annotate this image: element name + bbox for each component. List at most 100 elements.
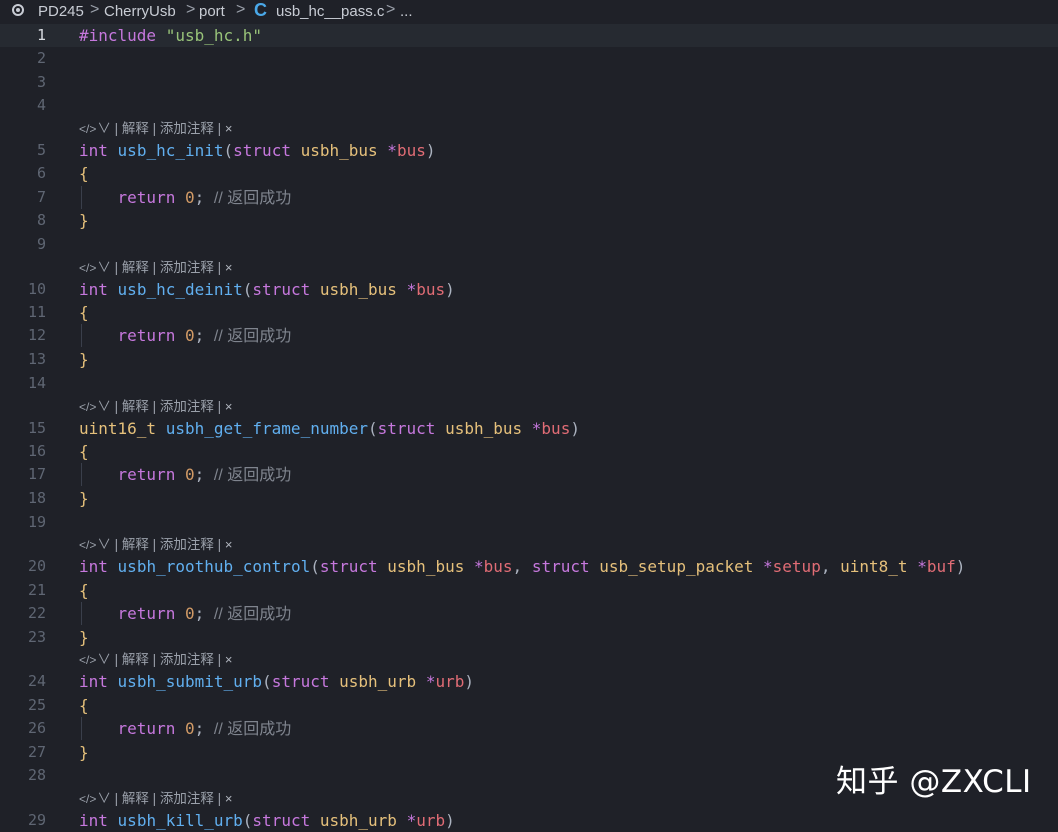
line-number: 28 xyxy=(27,766,46,784)
code-line[interactable]: 23 } xyxy=(0,626,1058,649)
chevron-down-icon[interactable]: ∨ xyxy=(97,121,111,136)
code-line[interactable]: 9 xyxy=(0,233,1058,256)
code-lens: </>∨ | 解释 | 添加注释 | × xyxy=(79,649,233,671)
code-lens-icon[interactable]: </> xyxy=(79,261,96,275)
line-number: 14 xyxy=(27,374,46,392)
code-line[interactable]: 26 return 0; // 返回成功 xyxy=(0,717,1058,740)
code-text: int usbh_kill_urb(struct usbh_urb *urb) xyxy=(79,811,455,830)
line-number: 16 xyxy=(27,442,46,460)
close-icon[interactable]: × xyxy=(225,791,233,806)
code-lens: </>∨ | 解释 | 添加注释 | × xyxy=(79,788,233,810)
code-lens-icon[interactable]: </> xyxy=(79,538,96,552)
code-lens-actions[interactable]: | 解释 | 添加注释 | xyxy=(115,260,225,275)
line-number: 4 xyxy=(36,96,46,114)
code-text: return 0; // 返回成功 xyxy=(117,719,292,738)
code-line[interactable]: 3 xyxy=(0,71,1058,94)
code-lens-actions[interactable]: | 解释 | 添加注释 | xyxy=(115,399,225,414)
line-number: 26 xyxy=(27,719,46,737)
code-line[interactable]: 4 xyxy=(0,94,1058,117)
breadcrumb: PD245 > CherryUsb > port > C usb_hc__pas… xyxy=(0,0,1058,24)
code-text: } xyxy=(79,743,89,762)
code-text: { xyxy=(79,442,89,461)
line-number: 25 xyxy=(27,696,46,714)
code-line[interactable]: 11 { xyxy=(0,301,1058,324)
code-text: return 0; // 返回成功 xyxy=(117,465,292,484)
code-lens-actions[interactable]: | 解释 | 添加注释 | xyxy=(115,121,225,136)
breadcrumb-item-more[interactable]: ... xyxy=(400,3,413,20)
code-line[interactable]: 5 int usb_hc_init(struct usbh_bus *bus) xyxy=(0,139,1058,162)
close-icon[interactable]: × xyxy=(225,399,233,414)
c-file-icon: C xyxy=(254,0,267,20)
chevron-down-icon[interactable]: ∨ xyxy=(97,791,111,806)
breadcrumb-item-file[interactable]: usb_hc__pass.c xyxy=(276,3,384,20)
code-lens-icon[interactable]: </> xyxy=(79,653,96,667)
close-icon[interactable]: × xyxy=(225,537,233,552)
code-line[interactable]: 19 xyxy=(0,511,1058,534)
code-line[interactable]: 7 return 0; // 返回成功 xyxy=(0,186,1058,209)
code-line[interactable]: 18 } xyxy=(0,487,1058,510)
code-editor[interactable]: 1 #include "usb_hc.h" 2 3 4 </>∨ | 解释 | … xyxy=(0,24,1058,830)
code-text: return 0; // 返回成功 xyxy=(117,604,292,623)
chevron-down-icon[interactable]: ∨ xyxy=(97,537,111,552)
line-number: 29 xyxy=(27,811,46,829)
chevron-right-icon: > xyxy=(236,1,246,18)
code-line[interactable]: 21 { xyxy=(0,579,1058,602)
line-number: 22 xyxy=(27,604,46,622)
code-lens-icon[interactable]: </> xyxy=(79,122,96,136)
code-text: { xyxy=(79,581,89,600)
breadcrumb-item-folder[interactable]: CherryUsb xyxy=(104,3,176,20)
code-lens-actions[interactable]: | 解释 | 添加注释 | xyxy=(115,652,225,667)
code-line[interactable]: 14 xyxy=(0,372,1058,395)
code-lens-icon[interactable]: </> xyxy=(79,400,96,414)
chevron-down-icon[interactable]: ∨ xyxy=(97,399,111,414)
close-icon[interactable]: × xyxy=(225,652,233,667)
code-line[interactable]: 16 { xyxy=(0,440,1058,463)
line-number: 24 xyxy=(27,672,46,690)
code-line[interactable]: 13 } xyxy=(0,348,1058,371)
code-line[interactable]: 29 int usbh_kill_urb(struct usbh_urb *ur… xyxy=(0,809,1058,832)
line-number: 21 xyxy=(27,581,46,599)
line-number: 7 xyxy=(36,188,46,206)
code-line[interactable]: 15 uint16_t usbh_get_frame_number(struct… xyxy=(0,417,1058,440)
line-number: 2 xyxy=(36,49,46,67)
code-line[interactable]: 25 { xyxy=(0,694,1058,717)
code-line[interactable]: 24 int usbh_submit_urb(struct usbh_urb *… xyxy=(0,670,1058,693)
chevron-down-icon[interactable]: ∨ xyxy=(97,260,111,275)
breadcrumb-item-subfolder[interactable]: port xyxy=(199,3,225,20)
code-line[interactable]: 17 return 0; // 返回成功 xyxy=(0,463,1058,486)
code-line[interactable]: 10 int usb_hc_deinit(struct usbh_bus *bu… xyxy=(0,278,1058,301)
code-text: return 0; // 返回成功 xyxy=(117,326,292,345)
code-line[interactable]: 8 } xyxy=(0,209,1058,232)
code-lens: </>∨ | 解释 | 添加注释 | × xyxy=(79,534,233,556)
code-text: int usb_hc_init(struct usbh_bus *bus) xyxy=(79,141,436,160)
line-number: 6 xyxy=(36,164,46,182)
code-text: } xyxy=(79,489,89,508)
close-icon[interactable]: × xyxy=(225,121,233,136)
line-number: 5 xyxy=(36,141,46,159)
line-number: 19 xyxy=(27,513,46,531)
code-text: } xyxy=(79,211,89,230)
code-lens-actions[interactable]: | 解释 | 添加注释 | xyxy=(115,791,225,806)
breadcrumb-item-project[interactable]: PD245 xyxy=(38,3,84,20)
code-lens-actions[interactable]: | 解释 | 添加注释 | xyxy=(115,537,225,552)
line-number: 20 xyxy=(27,557,46,575)
target-icon xyxy=(12,4,24,16)
code-line[interactable]: 6 { xyxy=(0,162,1058,185)
code-line[interactable]: 1 #include "usb_hc.h" xyxy=(0,24,1058,47)
close-icon[interactable]: × xyxy=(225,260,233,275)
code-line[interactable]: 2 xyxy=(0,47,1058,70)
code-line[interactable]: 12 return 0; // 返回成功 xyxy=(0,324,1058,347)
code-line[interactable]: 22 return 0; // 返回成功 xyxy=(0,602,1058,625)
code-text: { xyxy=(79,696,89,715)
code-line[interactable]: 20 int usbh_roothub_control(struct usbh_… xyxy=(0,555,1058,578)
code-text: } xyxy=(79,350,89,369)
chevron-right-icon: > xyxy=(386,1,396,18)
code-lens-icon[interactable]: </> xyxy=(79,792,96,806)
line-number: 27 xyxy=(27,743,46,761)
code-text: { xyxy=(79,303,89,322)
code-text: uint16_t usbh_get_frame_number(struct us… xyxy=(79,419,580,438)
line-number: 8 xyxy=(36,211,46,229)
chevron-down-icon[interactable]: ∨ xyxy=(97,652,111,667)
line-number: 1 xyxy=(36,26,46,44)
code-lens: </>∨ | 解释 | 添加注释 | × xyxy=(79,257,233,279)
